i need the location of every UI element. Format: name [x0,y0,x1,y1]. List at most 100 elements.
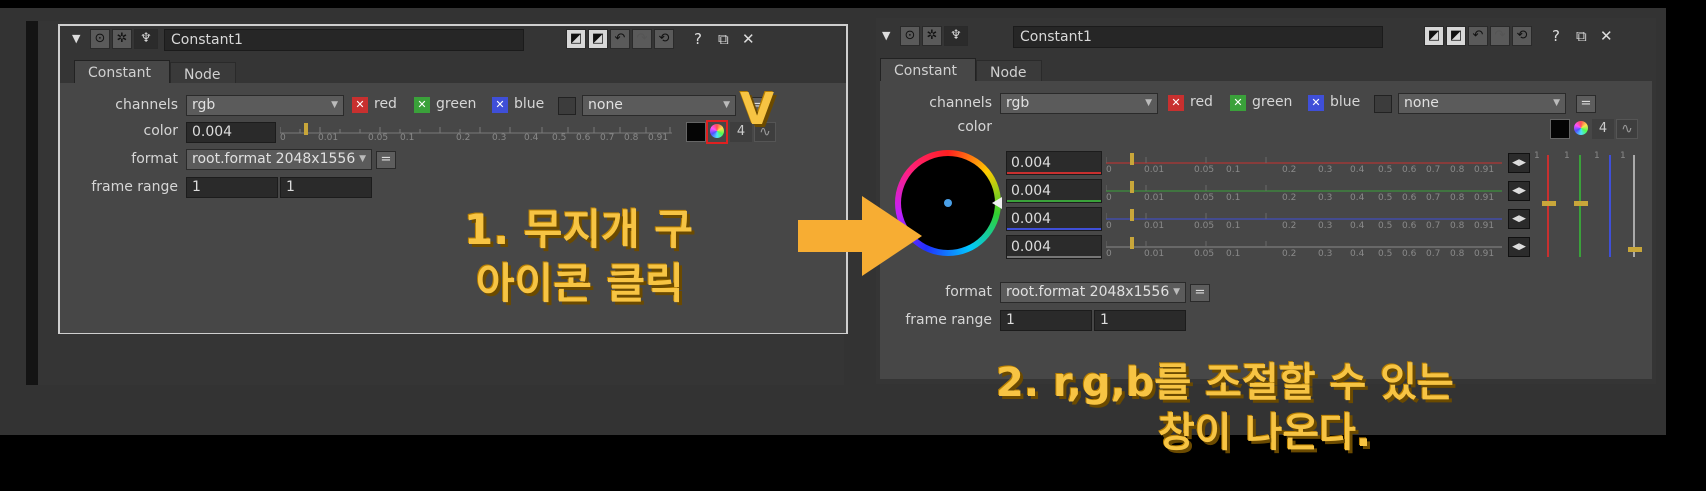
tab-constant[interactable]: Constant [880,58,976,82]
color-wheel-icon[interactable] [710,124,724,138]
tick-label: 0.7 [1426,165,1441,175]
format-equals-button[interactable]: = [376,151,396,169]
tick-label: 0.6 [1402,249,1417,259]
green-check-icon[interactable]: ✕ [1230,95,1246,111]
wrench-icon[interactable]: ♆ [944,26,968,46]
alpha-value-field[interactable]: 0.004 [1006,235,1102,259]
help-icon[interactable]: ? [1552,27,1560,45]
node-name-field[interactable]: Constant1 [164,29,524,51]
blue-label: blue [514,96,545,112]
tick-label: 0.01 [1144,165,1165,175]
color-value-field[interactable]: 0.004 [186,122,276,143]
channels-dropdown[interactable]: rgb ▼ [1000,93,1158,114]
animation-curve-icon[interactable]: ∿ [1616,119,1638,139]
color-swatch[interactable] [1550,119,1570,139]
alpha-tick-labels: 0 0.01 0.05 0.1 0.2 0.3 0.4 0.5 0.6 0.7 … [1106,249,1506,261]
channels-value: rgb [1006,95,1030,111]
frame-range-label: frame range [91,179,178,195]
red-value-field[interactable]: 0.004 [1006,151,1102,175]
format-dropdown[interactable]: root.format 2048x1556 ▼ [186,149,372,170]
frame-range-start[interactable]: 1 [1000,310,1092,331]
tick-label: 0 [1106,221,1112,231]
green-step-arrows-icon[interactable]: ◀▶ [1508,181,1530,201]
color-wheel-marker [944,199,952,207]
blue-check-icon[interactable]: ✕ [1308,95,1324,111]
tick-label: 0.8 [1450,193,1465,203]
presets-icon[interactable]: ◩ [566,29,586,49]
collapse-icon[interactable]: ▼ [72,32,80,45]
alpha-step-arrows-icon[interactable]: ◀▶ [1508,237,1530,257]
redo-icon[interactable]: ↷ [632,29,652,49]
collapse-icon[interactable]: ▼ [882,29,890,42]
tick-label: 0.2 [1282,249,1297,259]
wrench-icon[interactable]: ♆ [134,29,158,49]
tick-label: 0.4 [1350,249,1365,259]
red-slider [1106,153,1502,165]
format-equals-button[interactable]: = [1190,284,1210,302]
viewer-icon[interactable]: ⊙ [90,29,110,49]
float-icon[interactable]: ⧉ [718,30,729,48]
extra-channel-dropdown[interactable]: none ▼ [582,95,736,116]
tick-label: 1 [1534,151,1540,161]
tick-label: 0.4 [1350,221,1365,231]
blue-step-arrows-icon[interactable]: ◀▶ [1508,209,1530,229]
channels-dropdown[interactable]: rgb ▼ [186,95,344,116]
close-icon[interactable]: ✕ [1600,27,1613,45]
viewer-icon[interactable]: ⊙ [900,26,920,46]
vertical-channel-sliders[interactable] [1534,151,1646,261]
color-swatch[interactable] [686,122,706,142]
tick-label: 0.1 [1226,249,1241,259]
tab-constant[interactable]: Constant [74,60,170,84]
undo-icon[interactable]: ↶ [1468,26,1488,46]
green-value: 0.004 [1011,183,1052,199]
redo-icon[interactable]: ↷ [1490,26,1510,46]
presets2-icon[interactable]: ◩ [1446,26,1466,46]
presets-icon[interactable]: ◩ [1424,26,1444,46]
green-value-field[interactable]: 0.004 [1006,179,1102,203]
step1-annotation-line2: 아이콘 클릭 [476,259,684,308]
channel-count-button[interactable]: 4 [1592,119,1614,139]
tick-label: 0.05 [1194,193,1215,203]
format-dropdown[interactable]: root.format 2048x1556 ▼ [1000,282,1186,303]
red-check-icon[interactable]: ✕ [352,97,368,113]
red-tick-labels: 0 0.01 0.05 0.1 0.2 0.3 0.4 0.5 0.6 0.7 … [1106,165,1506,177]
bug-icon[interactable]: ✲ [922,26,942,46]
tick-label: 0.2 [1282,193,1297,203]
extra-check-icon[interactable] [558,97,576,115]
extra-check-icon[interactable] [1374,95,1392,113]
tick-label: 0.2 [1282,221,1297,231]
tick-label: 0.1 [1226,221,1241,231]
revert-icon[interactable]: ⟲ [1512,26,1532,46]
frame-range-end[interactable]: 1 [280,177,372,198]
bug-icon[interactable]: ✲ [112,29,132,49]
blue-value-field[interactable]: 0.004 [1006,207,1102,231]
red-step-arrows-icon[interactable]: ◀▶ [1508,153,1530,173]
node-name-field[interactable]: Constant1 [1013,26,1383,48]
tick-label: 0 [1106,249,1112,259]
close-icon[interactable]: ✕ [742,30,755,48]
color-wheel-icon[interactable] [1574,121,1588,135]
left-properties-panel: ▼ ⊙ ✲ ♆ Constant1 ◩ ◩ ↶ ↷ ⟲ ? ⧉ ✕ Consta… [26,21,848,385]
tick-label: 0.4 [1350,193,1365,203]
extra-channel-dropdown[interactable]: none ▼ [1398,93,1566,114]
alpha-value: 0.004 [1011,239,1052,255]
tick-label: 0.05 [1194,165,1215,175]
blue-check-icon[interactable]: ✕ [492,97,508,113]
channels-equals-button[interactable]: = [1576,95,1596,113]
presets2-icon[interactable]: ◩ [588,29,608,49]
undo-icon[interactable]: ↶ [610,29,630,49]
tick-label: 0.7 [1426,193,1441,203]
step2-annotation-line2: 창이 나온다. [1158,410,1372,456]
green-check-icon[interactable]: ✕ [414,97,430,113]
tick-label: 0.3 [1318,221,1333,231]
frame-range-end[interactable]: 1 [1094,310,1186,331]
help-icon[interactable]: ? [694,30,702,48]
float-icon[interactable]: ⧉ [1576,27,1587,45]
revert-icon[interactable]: ⟲ [654,29,674,49]
tick-label: 0.5 [1378,193,1393,203]
frame-range-start[interactable]: 1 [186,177,278,198]
tick-label: 0.8 [1450,249,1465,259]
red-check-icon[interactable]: ✕ [1168,95,1184,111]
vertical-tick-labels: 1 1 1 1 [1534,151,1646,163]
tick-label: 0.05 [368,133,389,143]
